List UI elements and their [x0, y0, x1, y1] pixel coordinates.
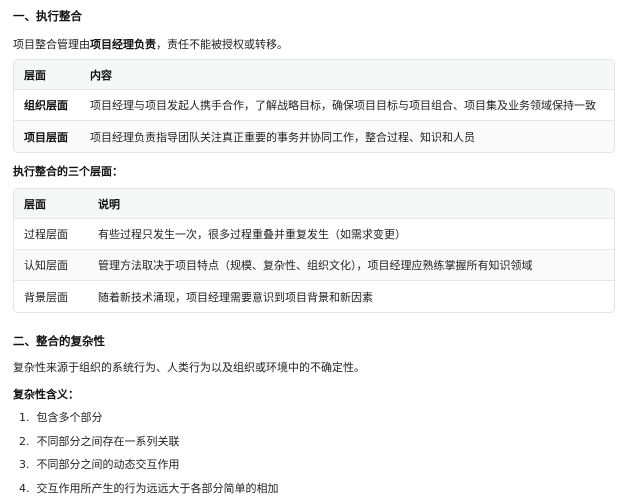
table-cell: 组织层面 — [14, 90, 80, 121]
section-heading-execute-integration: 一、执行整合 — [13, 9, 82, 23]
three-levels-table: 层面 说明 过程层面 有些过程只发生一次，很多过程重叠并重复发生（如需求变更） … — [13, 188, 615, 313]
list-item: 3. 不同部分之间的动态交互作用 — [19, 458, 180, 471]
section2-intro: 复杂性来源于组织的系统行为、人类行为以及组织或环境中的不确定性。 — [13, 361, 365, 374]
table-header-row: 层面 说明 — [14, 189, 614, 219]
list-item: 1. 包含多个部分 — [19, 411, 103, 424]
table-row: 项目层面 项目经理负责指导团队关注真正重要的事务并协同工作，整合过程、知识和人员 — [14, 121, 614, 152]
table-row: 背景层面 随着新技术涌现，项目经理需要意识到项目背景和新因素 — [14, 281, 614, 312]
table-row: 认知层面 管理方法取决于项目特点（规模、复杂性、组织文化），项目经理应熟练掌握所… — [14, 250, 614, 281]
subheading-complexity-meaning: 复杂性含义： — [13, 388, 79, 401]
section1-intro: 项目整合管理由项目经理负责，责任不能被授权或转移。 — [13, 36, 288, 52]
integration-levels-table: 层面 内容 组织层面 项目经理与项目发起人携手合作，了解战略目标，确保项目目标与… — [13, 59, 615, 153]
intro-text-before: 项目整合管理由 — [13, 38, 90, 51]
table-cell: 项目经理与项目发起人携手合作，了解战略目标，确保项目目标与项目组合、项目集及业务… — [80, 90, 614, 121]
intro-text-bold: 项目经理负责 — [90, 38, 156, 51]
table-cell: 背景层面 — [24, 290, 68, 304]
intro-text-after: ，责任不能被授权或转移。 — [156, 38, 288, 51]
table-header-cell: 说明 — [88, 189, 614, 219]
table-cell: 有些过程只发生一次，很多过程重叠并重复发生（如需求变更） — [88, 219, 614, 250]
table-cell: 认知层面 — [14, 250, 88, 281]
subheading-three-levels: 执行整合的三个层面： — [13, 165, 123, 178]
table-header-cell: 层面 — [14, 60, 80, 90]
table-cell: 项目层面 — [14, 121, 80, 152]
list-item: 4. 交互作用所产生的行为远远大于各部分简单的相加 — [19, 482, 279, 495]
table-row: 组织层面 项目经理与项目发起人携手合作，了解战略目标，确保项目目标与项目组合、项… — [14, 90, 614, 121]
table-header-cell: 内容 — [80, 60, 614, 90]
table-row: 过程层面 有些过程只发生一次，很多过程重叠并重复发生（如需求变更） — [14, 219, 614, 250]
section-heading-complexity: 二、整合的复杂性 — [13, 334, 105, 348]
table-header-row: 层面 内容 — [14, 60, 614, 90]
table-cell: 管理方法取决于项目特点（规模、复杂性、组织文化），项目经理应熟练掌握所有知识领域 — [88, 250, 614, 281]
table-cell: 项目经理负责指导团队关注真正重要的事务并协同工作，整合过程、知识和人员 — [80, 121, 614, 152]
table-cell: 过程层面 — [14, 219, 88, 250]
list-item: 2. 不同部分之间存在一系列关联 — [19, 435, 180, 448]
table-cell: 随着新技术涌现，项目经理需要意识到项目背景和新因素 — [98, 290, 373, 304]
table-header-cell: 层面 — [14, 189, 88, 219]
